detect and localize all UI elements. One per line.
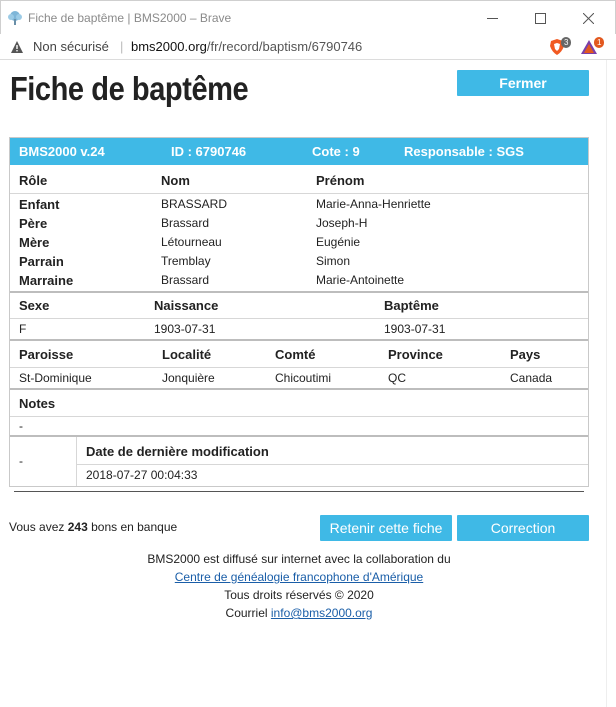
save-record-button[interactable]: Retenir cette fiche [320,515,452,541]
header-role: Rôle [19,173,48,188]
notes-value: - [19,419,23,433]
address-separator: | [120,39,124,54]
url-path: /fr/record/baptism/6790746 [206,39,363,54]
header-paroisse: Paroisse [19,347,74,362]
window-titlebar: Fiche de baptême | BMS2000 – Brave [0,0,616,34]
modification-left-value: - [19,454,23,468]
person-role: Parrain [19,254,64,269]
cgfa-link[interactable]: Centre de généalogie francophone d'Améri… [175,570,423,584]
shields-count-badge: 3 [561,37,572,48]
divider [10,318,588,319]
divider [10,367,588,368]
person-role: Marraine [19,273,74,288]
divider [10,416,588,417]
correction-button[interactable]: Correction [457,515,589,541]
person-prenom: Simon [316,254,351,268]
person-role: Mère [19,235,50,250]
value-localite: Jonquière [162,371,215,385]
person-nom: Tremblay [161,254,211,268]
mail-prefix: Courriel [225,606,268,620]
bms-tree-icon [8,11,22,25]
header-localite: Localité [162,347,212,362]
person-nom: Létourneau [161,235,222,249]
value-pays: Canada [510,371,553,385]
record-version: BMS2000 v.24 [19,144,105,159]
person-prenom: Eugénie [316,235,361,249]
contact-line: Courriel info@bms2000.org [0,606,598,620]
bank-count: 243 [67,520,88,534]
header-comte: Comté [275,347,316,362]
section-divider [10,291,588,293]
header-pays: Pays [510,347,541,362]
footer-divider [14,491,584,492]
window-title: Fiche de baptême | BMS2000 – Brave [28,11,232,25]
bank-prefix: Vous avez [9,520,65,534]
person-prenom: Marie-Anna-Henriette [316,197,431,211]
baptism-record: BMS2000 v.24 ID : 6790746 Cote : 9 Respo… [9,137,589,487]
person-nom: Brassard [161,216,210,230]
person-nom: Brassard [161,273,210,287]
header-province: Province [388,347,443,362]
address-bar[interactable]: Non sécurisé | bms2000.org/fr/record/bap… [0,34,616,60]
header-bapteme: Baptême [384,298,439,313]
header-naissance: Naissance [154,298,219,313]
close-icon [582,12,594,24]
maximize-button[interactable] [517,1,563,35]
credits-line: BMS2000 est diffusé sur internet avec la… [147,552,451,566]
value-paroisse: St-Dominique [19,371,92,385]
bank-suffix: bons en banque [91,520,178,534]
bank-balance: Vous avez 243 bons en banque [9,520,177,534]
header-prenom: Prénom [316,173,365,188]
value-naissance: 1903-07-31 [154,322,216,336]
section-divider [10,388,588,390]
section-divider [10,435,588,437]
close-window-button[interactable] [565,1,611,35]
person-prenom: Marie-Antoinette [316,273,405,287]
close-button[interactable]: Fermer [457,70,589,96]
value-bapteme: 1903-07-31 [384,322,446,336]
person-nom: BRASSARD [161,197,228,211]
header-nom: Nom [161,173,190,188]
value-province: QC [388,371,406,385]
person-role: Père [19,216,48,231]
page-title: Fiche de baptême [10,70,249,107]
rewards-count-badge: 1 [594,37,605,48]
modification-date: 2018-07-27 00:04:33 [86,468,198,482]
minimize-button[interactable] [469,1,515,35]
person-role: Enfant [19,197,60,212]
record-id: ID : 6790746 [171,144,247,159]
url-text[interactable]: bms2000.org/fr/record/baptism/6790746 [131,39,362,54]
divider [77,464,588,465]
record-header: BMS2000 v.24 ID : 6790746 Cote : 9 Respo… [10,138,588,165]
minimize-icon [486,17,498,19]
value-sexe: F [19,322,27,336]
modification-label: Date de dernière modification [86,444,269,459]
warning-icon [11,41,23,53]
url-domain: bms2000.org [131,39,207,54]
section-divider [10,339,588,341]
record-responsable: Responsable : SGS [404,144,524,159]
notes-label: Notes [19,396,56,411]
email-link[interactable]: info@bms2000.org [271,606,373,620]
page-scrollbar[interactable] [606,60,616,707]
credits-link-line: Centre de généalogie francophone d'Améri… [0,570,598,584]
column-divider [76,437,77,486]
divider [10,193,588,194]
security-status[interactable]: Non sécurisé [33,39,109,54]
record-cote: Cote : 9 [312,144,360,159]
copyright-line: Tous droits réservés © 2020 [224,588,374,602]
header-sexe: Sexe [19,298,50,313]
maximize-icon [534,12,546,24]
person-prenom: Joseph-H [316,216,368,230]
value-comte: Chicoutimi [275,371,332,385]
